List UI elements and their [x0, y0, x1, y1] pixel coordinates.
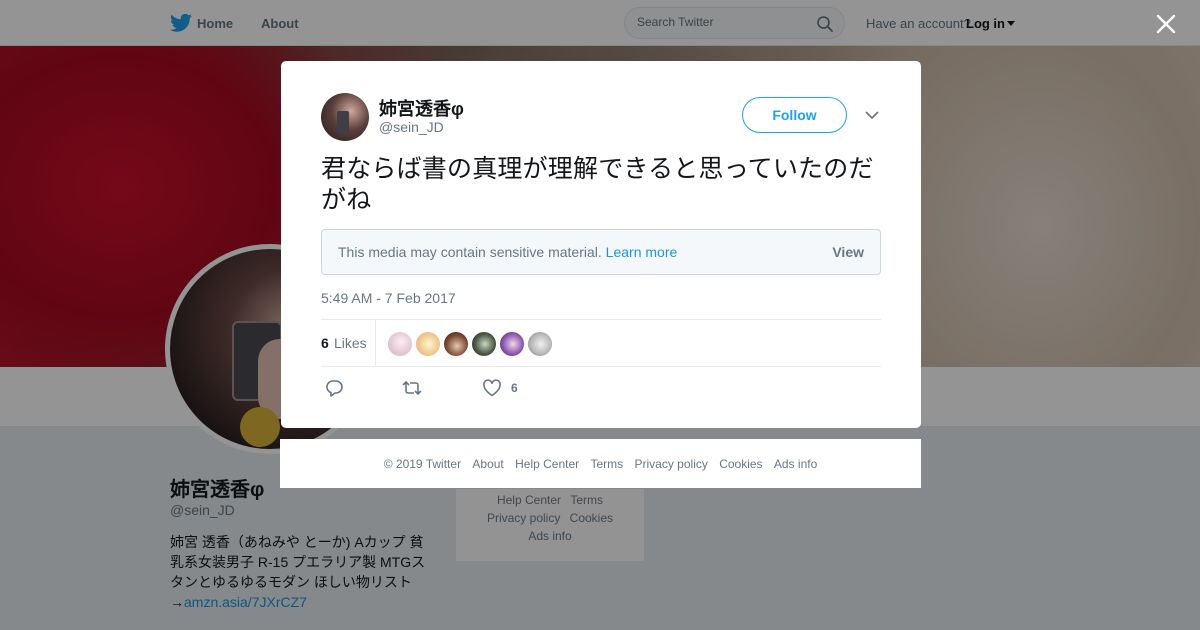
- sensitive-media-notice: This media may contain sensitive materia…: [321, 229, 881, 275]
- close-icon[interactable]: [1154, 12, 1178, 36]
- like-action-count: 6: [511, 381, 518, 395]
- likes-label[interactable]: Likes: [334, 335, 367, 351]
- liker-avatar[interactable]: [415, 331, 441, 357]
- footer-link-ads-info[interactable]: Ads info: [774, 457, 817, 471]
- tweet-text: 君ならば書の真理が理解できると思っていたのだがね: [321, 154, 874, 214]
- learn-more-link[interactable]: Learn more: [606, 244, 678, 260]
- follow-button[interactable]: Follow: [742, 97, 847, 133]
- sensitive-message-text: This media may contain sensitive materia…: [338, 244, 602, 260]
- tweet-author-handle[interactable]: @sein_JD: [379, 119, 444, 135]
- footer-link-cookies[interactable]: Cookies: [719, 457, 762, 471]
- liker-avatar[interactable]: [527, 331, 553, 357]
- view-media-button[interactable]: View: [832, 244, 864, 260]
- tweet-timestamp[interactable]: 5:49 AM - 7 Feb 2017: [321, 290, 456, 306]
- retweet-icon[interactable]: [401, 378, 423, 398]
- stats-divider: [375, 320, 376, 366]
- tweet-author-name[interactable]: 姉宮透香φ: [379, 95, 464, 121]
- tweet-permalink-modal: 姉宮透香φ @sein_JD Follow 君ならば書の真理が理解できると思って…: [281, 61, 921, 428]
- footer-link-terms[interactable]: Terms: [590, 457, 623, 471]
- tweet-stats: 6 Likes: [321, 319, 881, 367]
- chevron-down-icon[interactable]: [865, 110, 879, 120]
- footer-link-help-center[interactable]: Help Center: [515, 457, 579, 471]
- liker-avatar[interactable]: [443, 331, 469, 357]
- footer-copyright: © 2019 Twitter: [383, 457, 462, 471]
- liker-avatar[interactable]: [499, 331, 525, 357]
- heart-icon[interactable]: [481, 378, 503, 398]
- reply-icon[interactable]: [323, 378, 345, 398]
- footer-link-about[interactable]: About: [472, 457, 503, 471]
- footer-link-privacy[interactable]: Privacy policy: [635, 457, 708, 471]
- likes-count[interactable]: 6: [321, 335, 329, 351]
- modal-footer: © 2019 Twitter About Help Center Terms P…: [280, 439, 921, 488]
- liker-avatar[interactable]: [471, 331, 497, 357]
- sensitive-message: This media may contain sensitive materia…: [338, 244, 677, 260]
- liker-avatar[interactable]: [387, 331, 413, 357]
- tweet-author-avatar[interactable]: [321, 93, 369, 141]
